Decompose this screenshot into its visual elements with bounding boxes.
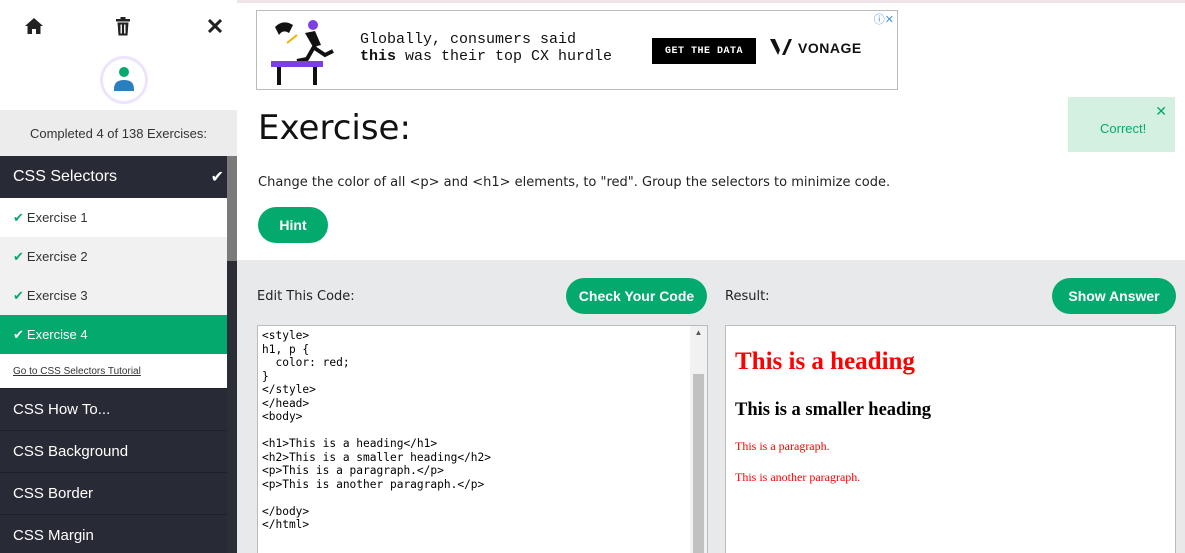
section-label: CSS Selectors bbox=[13, 168, 118, 185]
check-icon: ✔ bbox=[210, 169, 224, 186]
avatar[interactable] bbox=[100, 56, 148, 104]
toast-close-icon[interactable]: ✕ bbox=[1155, 103, 1167, 120]
scroll-up-icon[interactable]: ▲ bbox=[690, 326, 707, 340]
main-content: Globally, consumers said this was their … bbox=[237, 0, 1185, 553]
exercise-instruction: Change the color of all <p> and <h1> ele… bbox=[258, 175, 891, 190]
progress-label: Completed 4 of 138 Exercises: bbox=[0, 110, 237, 156]
exercise-item-1[interactable]: ✔ Exercise 1 bbox=[0, 198, 237, 237]
exercise-label: Exercise 2 bbox=[26, 249, 88, 264]
ad-text: Globally, consumers said this was their … bbox=[360, 31, 612, 65]
trash-icon[interactable] bbox=[111, 14, 135, 38]
toast-message: Correct! bbox=[1100, 121, 1147, 136]
tutorial-link[interactable]: Go to CSS Selectors Tutorial bbox=[0, 354, 237, 388]
ad-line-1: Globally, consumers said bbox=[360, 31, 577, 48]
exercise-label: Exercise 1 bbox=[26, 210, 88, 225]
ad-get-data-button[interactable]: GET THE DATA bbox=[652, 38, 756, 64]
correct-toast: Correct! ✕ bbox=[1068, 97, 1175, 152]
scrollbar-thumb[interactable] bbox=[227, 156, 237, 261]
topic-css-border[interactable]: CSS Border bbox=[0, 472, 237, 514]
exercise-item-4[interactable]: ✔ Exercise 4 bbox=[0, 315, 237, 354]
topic-css-margin[interactable]: CSS Margin bbox=[0, 514, 237, 553]
editor-label: Edit This Code: bbox=[257, 289, 355, 304]
exercise-item-2[interactable]: ✔ Exercise 2 bbox=[0, 237, 237, 276]
sidebar-header bbox=[0, 0, 237, 110]
ad-brand: VONAGE bbox=[770, 39, 862, 57]
check-icon: ✔ bbox=[13, 209, 24, 225]
sidebar-scrollbar[interactable] bbox=[227, 156, 237, 553]
show-answer-button[interactable]: Show Answer bbox=[1052, 278, 1176, 314]
check-icon: ✔ bbox=[13, 287, 24, 303]
hurdle-illustration-icon bbox=[271, 20, 334, 85]
section-css-selectors[interactable]: CSS Selectors ✔ bbox=[0, 156, 237, 198]
exercise-label: Exercise 3 bbox=[26, 288, 88, 303]
ad-banner[interactable]: Globally, consumers said this was their … bbox=[256, 10, 898, 90]
check-icon: ✔ bbox=[13, 248, 24, 264]
hint-button[interactable]: Hint bbox=[258, 207, 328, 243]
result-frame: This is a heading This is a smaller head… bbox=[725, 325, 1176, 553]
result-paragraph-2: This is another paragraph. bbox=[735, 470, 861, 484]
topic-css-how-to[interactable]: CSS How To... bbox=[0, 388, 237, 430]
exercise-label: Exercise 4 bbox=[26, 327, 88, 342]
topic-css-background[interactable]: CSS Background bbox=[0, 430, 237, 472]
ad-line-2-bold: this bbox=[360, 48, 397, 65]
editor-scrollbar[interactable]: ▲ bbox=[690, 326, 707, 553]
ad-brand-label: VONAGE bbox=[798, 40, 862, 56]
vonage-logo-icon bbox=[770, 39, 792, 55]
code-editor[interactable]: <style> h1, p { color: red; } </style> <… bbox=[257, 325, 708, 553]
result-heading-2: This is a smaller heading bbox=[735, 400, 932, 420]
result-heading-1: This is a heading bbox=[735, 348, 915, 375]
exercise-item-3[interactable]: ✔ Exercise 3 bbox=[0, 276, 237, 315]
close-icon[interactable] bbox=[203, 14, 227, 38]
code-workarea: Edit This Code: Check Your Code Result: … bbox=[237, 260, 1185, 553]
sidebar: Completed 4 of 138 Exercises: CSS Select… bbox=[0, 0, 237, 553]
result-label: Result: bbox=[725, 289, 770, 304]
check-code-button[interactable]: Check Your Code bbox=[566, 278, 707, 314]
page-title: Exercise: bbox=[258, 108, 411, 148]
code-text[interactable]: <style> h1, p { color: red; } </style> <… bbox=[258, 326, 707, 532]
result-paragraph-1: This is a paragraph. bbox=[735, 439, 830, 453]
top-divider bbox=[237, 0, 1185, 3]
ad-line-2: was their top CX hurdle bbox=[396, 48, 613, 65]
scrollbar-thumb[interactable] bbox=[693, 374, 704, 553]
home-icon[interactable] bbox=[22, 14, 46, 38]
ad-close-icon[interactable]: ⓘ✕ bbox=[874, 11, 894, 27]
check-icon: ✔ bbox=[13, 326, 24, 342]
